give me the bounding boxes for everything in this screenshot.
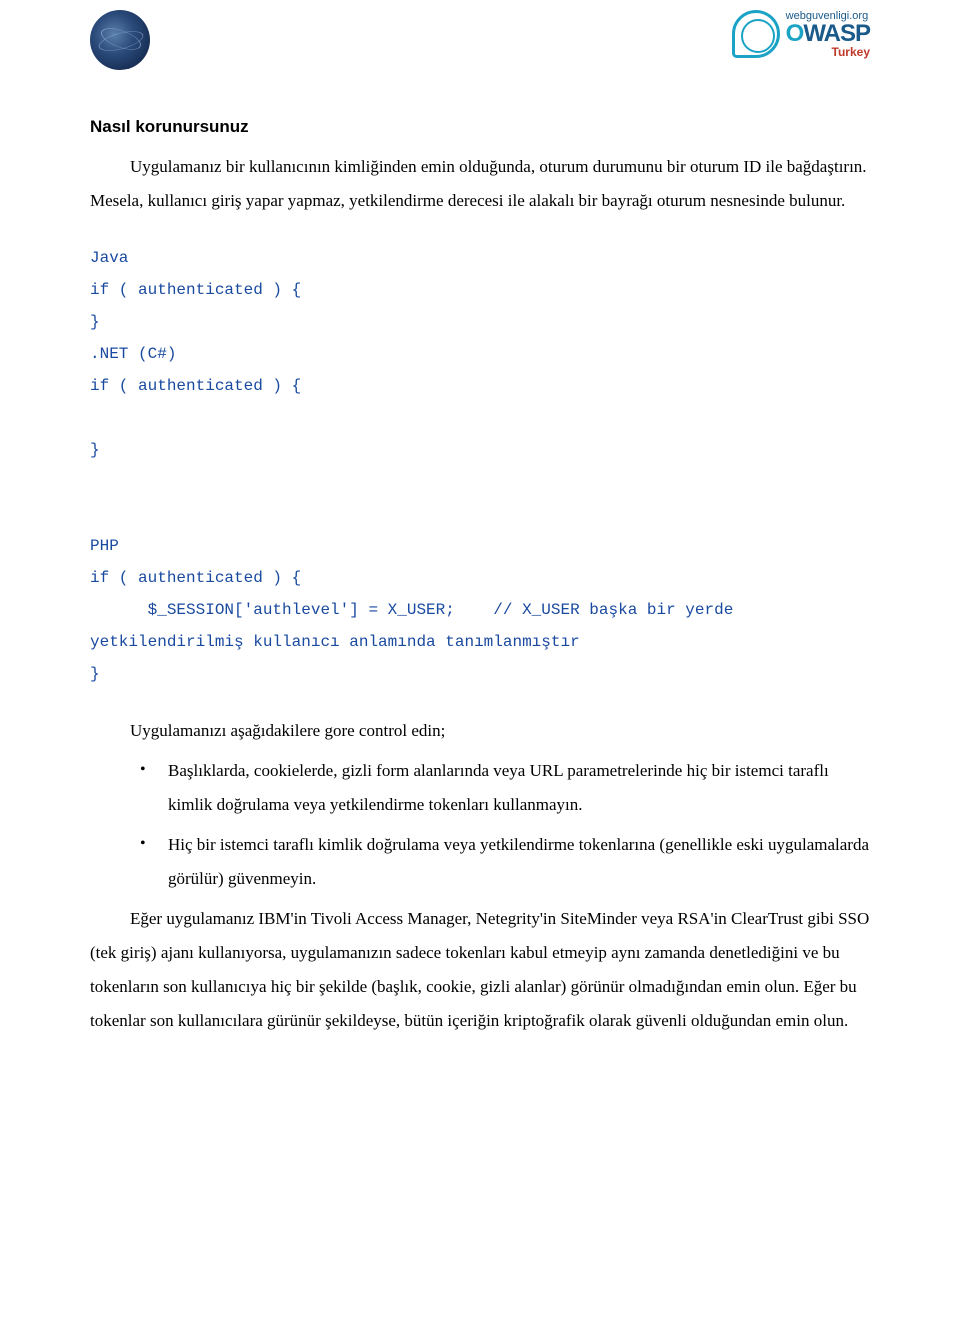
closing-paragraph: Eğer uygulamanız IBM'in Tivoli Access Ma… — [90, 902, 870, 1038]
owasp-badge-icon — [732, 10, 780, 58]
intro-paragraph: Uygulamanız bir kullanıcının kimliğinden… — [90, 150, 870, 218]
owasp-name: OWASP — [786, 22, 870, 46]
document-body: Nasıl korunursunuz Uygulamanız bir kulla… — [90, 110, 870, 1038]
globe-logo-icon — [90, 10, 150, 70]
owasp-logo: webguvenligi.org OWASP Turkey — [732, 10, 870, 58]
owasp-sub: Turkey — [786, 46, 870, 58]
code-block: Java if ( authenticated ) { } .NET (C#) … — [90, 242, 870, 690]
list-item: Hiç bir istemci taraflı kimlik doğrulama… — [140, 828, 870, 896]
list-item: Başlıklarda, cookielerde, gizli form ala… — [140, 754, 870, 822]
bullet-list: Başlıklarda, cookielerde, gizli form ala… — [140, 754, 870, 896]
page-header: webguvenligi.org OWASP Turkey — [90, 10, 870, 80]
owasp-text-block: webguvenligi.org OWASP Turkey — [786, 11, 870, 58]
section-heading: Nasıl korunursunuz — [90, 110, 870, 144]
check-intro: Uygulamanızı aşağıdakilere gore control … — [90, 714, 870, 748]
